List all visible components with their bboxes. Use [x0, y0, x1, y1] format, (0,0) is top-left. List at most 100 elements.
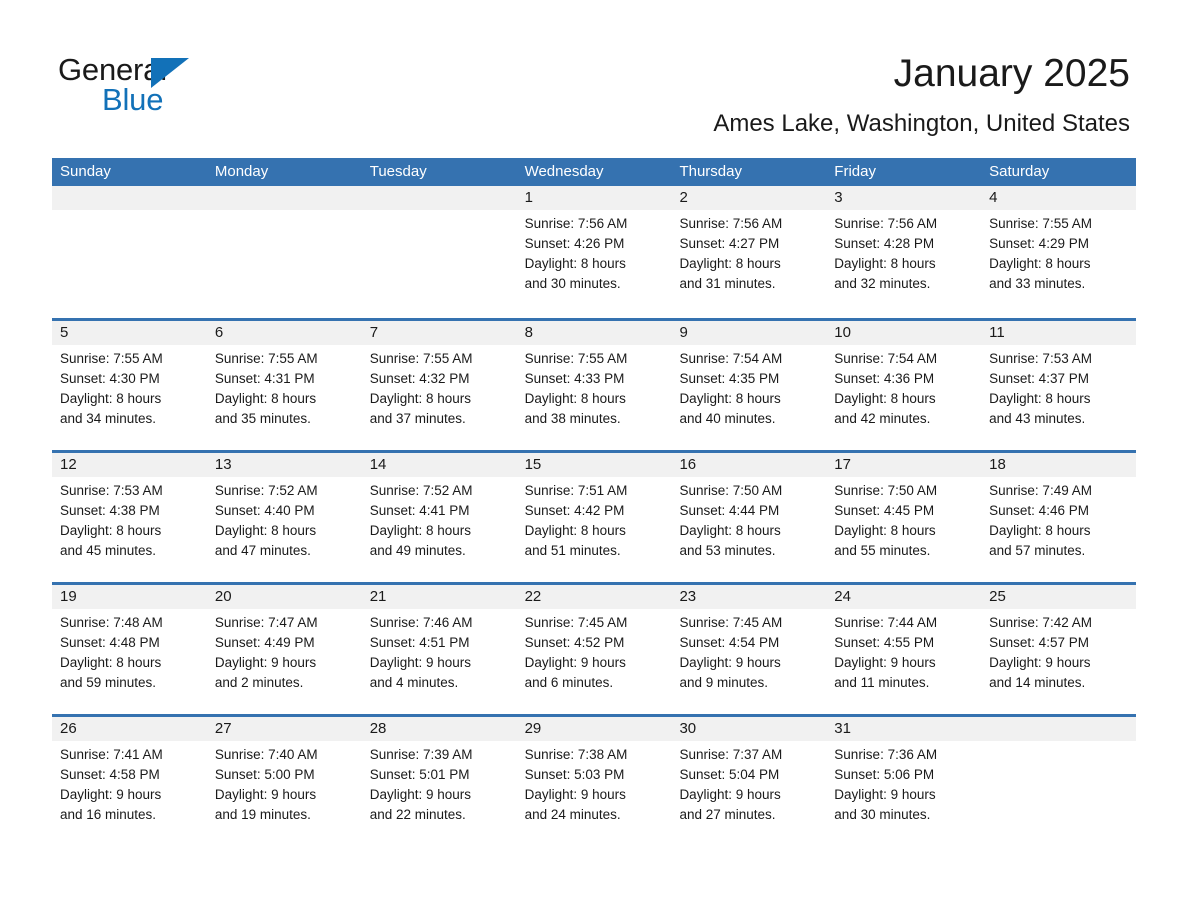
calendar-day-cell[interactable]: 14 Sunrise: 7:52 AM Sunset: 4:41 PM Dayligh…: [362, 453, 517, 582]
calendar-day-cell[interactable]: 30 Sunrise: 7:37 AM Sunset: 5:04 PM Dayligh…: [671, 717, 826, 846]
daylight-text-line2: and 19 minutes.: [214, 807, 311, 822]
sunrise-text: Sunrise: 7:53 AM: [60, 483, 163, 498]
calendar-day-cell[interactable]: 27 Sunrise: 7:40 AM Sunset: 5:00 PM Dayligh…: [207, 717, 362, 846]
sunrise-text: Sunrise: 7:37 AM: [679, 747, 783, 762]
day-number: 8: [524, 324, 533, 341]
calendar-day-cell[interactable]: 25 Sunrise: 7:42 AM Sunset: 4:57 PM Dayligh…: [981, 585, 1136, 714]
sunset-text: Sunset: 5:04 PM: [679, 767, 780, 782]
weekday-tuesday: Tuesday: [369, 163, 427, 180]
sunrise-text: Sunrise: 7:40 AM: [214, 747, 318, 762]
day-number: 2: [679, 189, 688, 206]
sunrise-text: Sunrise: 7:36 AM: [834, 747, 938, 762]
calendar-day-cell[interactable]: 9 Sunrise: 7:54 AM Sunset: 4:35 PM Daylight…: [671, 321, 826, 450]
calendar-day-cell[interactable]: 17 Sunrise: 7:50 AM Sunset: 4:45 PM Dayligh…: [826, 453, 981, 582]
daylight-text-line1: Daylight: 8 hours: [834, 256, 936, 271]
day-number: 13: [214, 456, 232, 473]
day-number: 28: [369, 720, 387, 737]
generalblue-logo[interactable]: General Blue: [58, 52, 358, 122]
daylight-text-line1: Daylight: 8 hours: [989, 523, 1091, 538]
calendar-day-cell[interactable]: 6 Sunrise: 7:55 AM Sunset: 4:31 PM Daylight…: [207, 321, 362, 450]
daylight-text-line1: Daylight: 8 hours: [60, 523, 162, 538]
calendar-day-cell[interactable]: 28 Sunrise: 7:39 AM Sunset: 5:01 PM Dayligh…: [362, 717, 517, 846]
day-number: 31: [834, 720, 851, 737]
calendar-day-cell[interactable]: 8 Sunrise: 7:55 AM Sunset: 4:33 PM Daylight…: [517, 321, 672, 450]
day-number: 7: [369, 324, 379, 341]
calendar-week-row: 26 Sunrise: 7:41 AM Sunset: 4:58 PM Dayligh…: [52, 714, 1136, 846]
calendar-day-cell[interactable]: 29 Sunrise: 7:38 AM Sunset: 5:03 PM Dayligh…: [517, 717, 672, 846]
sunrise-text: Sunrise: 7:56 AM: [524, 216, 628, 231]
calendar-day-cell[interactable]: 22 Sunrise: 7:45 AM Sunset: 4:52 PM Dayligh…: [517, 585, 672, 714]
sunrise-text: Sunrise: 7:56 AM: [834, 216, 938, 231]
daylight-text-line2: and 35 minutes.: [214, 411, 311, 426]
daylight-text-line2: and 16 minutes.: [60, 807, 157, 822]
calendar-week-row: 5 Sunrise: 7:55 AM Sunset: 4:30 PM Daylight…: [52, 318, 1136, 450]
day-sun-info: Sunrise: 7:50 AM Sunset: 4:45 PM Daylight:…: [834, 481, 981, 561]
calendar-day-cell[interactable]: 2 Sunrise: 7:56 AM Sunset: 4:27 PM Daylight…: [671, 186, 826, 318]
daylight-text-line1: Daylight: 9 hours: [834, 655, 936, 670]
daylight-text-line1: Daylight: 8 hours: [834, 523, 936, 538]
day-sun-info: Sunrise: 7:48 AM Sunset: 4:48 PM Daylight:…: [60, 613, 207, 693]
daylight-text-line2: and 2 minutes.: [214, 675, 304, 690]
sunrise-text: Sunrise: 7:50 AM: [834, 483, 938, 498]
sunset-text: Sunset: 5:00 PM: [214, 767, 315, 782]
daylight-text-line2: and 38 minutes.: [524, 411, 621, 426]
weekday-wednesday: Wednesday: [524, 163, 604, 180]
day-sun-info: Sunrise: 7:53 AM Sunset: 4:37 PM Daylight:…: [989, 349, 1136, 429]
day-number: 11: [989, 324, 1005, 341]
calendar-day-cell[interactable]: 1 Sunrise: 7:56 AM Sunset: 4:26 PM Daylight…: [517, 186, 672, 318]
calendar-day-cell[interactable]: 11 Sunrise: 7:53 AM Sunset: 4:37 PM Dayligh…: [981, 321, 1136, 450]
daylight-text-line2: and 33 minutes.: [989, 276, 1086, 291]
daylight-text-line2: and 22 minutes.: [369, 807, 466, 822]
calendar-day-cell[interactable]: 31 Sunrise: 7:36 AM Sunset: 5:06 PM Dayligh…: [826, 717, 981, 846]
calendar-day-cell[interactable]: 3 Sunrise: 7:56 AM Sunset: 4:28 PM Daylight…: [826, 186, 981, 318]
calendar-day-cell[interactable]: 26 Sunrise: 7:41 AM Sunset: 4:58 PM Dayligh…: [52, 717, 207, 846]
daylight-text-line1: Daylight: 9 hours: [834, 787, 936, 802]
calendar-day-cell[interactable]: 10 Sunrise: 7:54 AM Sunset: 4:36 PM Dayligh…: [826, 321, 981, 450]
calendar-week-row: 19 Sunrise: 7:48 AM Sunset: 4:48 PM Dayligh…: [52, 582, 1136, 714]
calendar-day-cell[interactable]: 12 Sunrise: 7:53 AM Sunset: 4:38 PM Dayligh…: [52, 453, 207, 582]
calendar-day-cell[interactable]: 7 Sunrise: 7:55 AM Sunset: 4:32 PM Daylight…: [362, 321, 517, 450]
calendar-day-cell[interactable]: 5 Sunrise: 7:55 AM Sunset: 4:30 PM Daylight…: [52, 321, 207, 450]
calendar-day-cell[interactable]: 13 Sunrise: 7:52 AM Sunset: 4:40 PM Dayligh…: [207, 453, 362, 582]
sunset-text: Sunset: 4:58 PM: [60, 767, 160, 782]
calendar-day-cell[interactable]: 4 Sunrise: 7:55 AM Sunset: 4:29 PM Daylight…: [981, 186, 1136, 318]
sunrise-text: Sunrise: 7:48 AM: [60, 615, 163, 630]
sunset-text: Sunset: 4:33 PM: [524, 371, 625, 386]
sunset-text: Sunset: 4:27 PM: [679, 236, 780, 251]
daylight-text-line1: Daylight: 8 hours: [214, 523, 317, 538]
day-number: 27: [214, 720, 232, 737]
sunset-text: Sunset: 4:36 PM: [834, 371, 935, 386]
calendar-week-row: 1 Sunrise: 7:56 AM Sunset: 4:26 PM Daylight…: [52, 186, 1136, 318]
daylight-text-line1: Daylight: 9 hours: [60, 787, 162, 802]
calendar-day-cell[interactable]: 21 Sunrise: 7:46 AM Sunset: 4:51 PM Dayligh…: [362, 585, 517, 714]
day-sun-info: Sunrise: 7:56 AM Sunset: 4:27 PM Daylight:…: [679, 214, 826, 294]
sunrise-text: Sunrise: 7:56 AM: [679, 216, 783, 231]
calendar-day-cell[interactable]: 19 Sunrise: 7:48 AM Sunset: 4:48 PM Dayligh…: [52, 585, 207, 714]
daylight-text-line2: and 47 minutes.: [214, 543, 311, 558]
weekday-saturday: Saturday: [989, 163, 1050, 180]
daylight-text-line2: and 49 minutes.: [369, 543, 466, 558]
day-sun-info: Sunrise: 7:39 AM Sunset: 5:01 PM Daylight:…: [370, 745, 517, 825]
daylight-text-line2: and 31 minutes.: [679, 276, 776, 291]
sunset-text: Sunset: 4:37 PM: [989, 371, 1089, 386]
sunrise-text: Sunrise: 7:55 AM: [524, 351, 628, 366]
daylight-text-line2: and 42 minutes.: [834, 411, 931, 426]
sunrise-text: Sunrise: 7:45 AM: [679, 615, 783, 630]
calendar-day-cell[interactable]: 24 Sunrise: 7:44 AM Sunset: 4:55 PM Dayligh…: [826, 585, 981, 714]
day-number: 29: [524, 720, 542, 737]
day-sun-info: Sunrise: 7:36 AM Sunset: 5:06 PM Daylight:…: [834, 745, 981, 825]
sunset-text: Sunset: 4:32 PM: [369, 371, 470, 386]
calendar-day-cell[interactable]: 23 Sunrise: 7:45 AM Sunset: 4:54 PM Dayligh…: [671, 585, 826, 714]
calendar-day-cell[interactable]: 20 Sunrise: 7:47 AM Sunset: 4:49 PM Dayligh…: [207, 585, 362, 714]
sunset-text: Sunset: 4:46 PM: [989, 503, 1089, 518]
sunset-text: Sunset: 4:29 PM: [989, 236, 1089, 251]
location-subtitle: Ames Lake, Washington, United States: [713, 110, 1130, 137]
day-number: 20: [214, 588, 232, 605]
day-sun-info: Sunrise: 7:52 AM Sunset: 4:40 PM Daylight:…: [215, 481, 362, 561]
calendar-day-cell[interactable]: 15 Sunrise: 7:51 AM Sunset: 4:42 PM Dayligh…: [517, 453, 672, 582]
daylight-text-line2: and 55 minutes.: [834, 543, 931, 558]
day-sun-info: Sunrise: 7:54 AM Sunset: 4:36 PM Daylight:…: [834, 349, 981, 429]
sunset-text: Sunset: 4:42 PM: [524, 503, 625, 518]
calendar-day-cell[interactable]: 16 Sunrise: 7:50 AM Sunset: 4:44 PM Dayligh…: [671, 453, 826, 582]
calendar-day-cell[interactable]: 18 Sunrise: 7:49 AM Sunset: 4:46 PM Dayligh…: [981, 453, 1136, 582]
